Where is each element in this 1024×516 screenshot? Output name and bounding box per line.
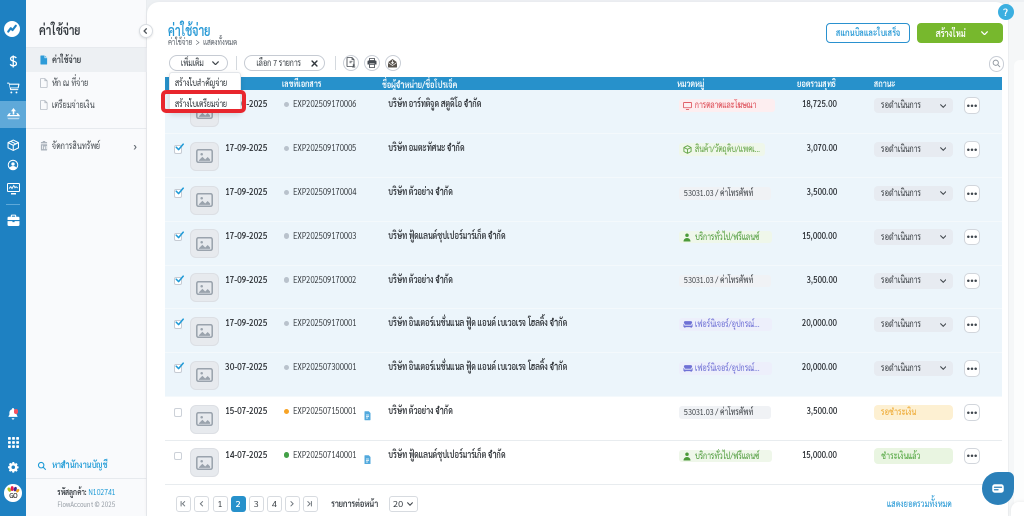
svg-text:GO: GO	[9, 491, 17, 500]
